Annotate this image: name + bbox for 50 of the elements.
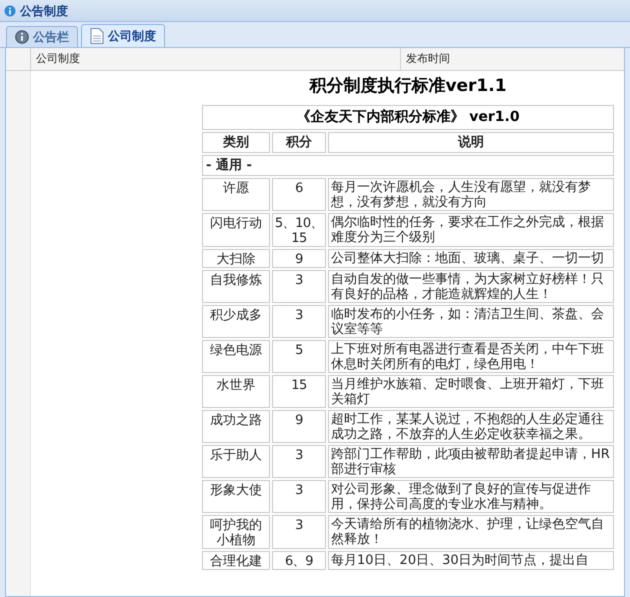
table-cell: 3 — [272, 270, 326, 302]
table-cell: 闪电行动 — [202, 212, 270, 246]
table-cell: 呵护我的小植物 — [202, 514, 270, 548]
table-cell: 每月一次许愿机会，人生没有愿望，就没有梦想，没有梦想，就没有方向 — [328, 178, 614, 210]
table-cell: 许愿 — [202, 178, 270, 210]
table-caption: 《企友天下内部积分标准》 ver1.0 — [202, 104, 614, 130]
table-cell: 公司整体大扫除：地面、玻璃、桌子、一切一切 — [328, 248, 614, 268]
table-header: 类别 — [202, 132, 270, 152]
table-cell: 每月10日、20日、30日为时间节点，提出自 — [328, 550, 614, 570]
tab[interactable]: 公告栏 — [6, 26, 78, 47]
info-icon — [4, 4, 16, 16]
table-header: 积分 — [272, 132, 326, 152]
table-cell: 水世界 — [202, 374, 270, 408]
table-cell: 乐于助人 — [202, 444, 270, 478]
document-icon — [90, 28, 104, 44]
table-cell: 3 — [272, 444, 326, 478]
table-cell: 15 — [272, 374, 326, 408]
table-cell: 6、9 — [272, 550, 326, 570]
table-cell: 绿色电源 — [202, 340, 270, 372]
table-cell: 9 — [272, 248, 326, 268]
table-cell: 形象大使 — [202, 480, 270, 512]
table-cell: 3 — [272, 514, 326, 548]
column-header[interactable]: 发布时间 — [401, 48, 601, 70]
table-cell: 3 — [272, 304, 326, 338]
section-heading: - 通用 - — [202, 154, 614, 176]
table-cell: 超时工作，某某人说过，不抱怨的人生必定通往成功之路，不放弃的人生必定收获幸福之果。 — [328, 410, 614, 442]
table-cell: 5、10、15 — [272, 212, 326, 246]
table-cell: 合理化建 — [202, 550, 270, 570]
table-cell: 对公司形象、理念做到了良好的宣传与促进作用，保持公司高度的专业水准与精神。 — [328, 480, 614, 512]
column-header[interactable]: 公司制度 — [31, 48, 401, 70]
table-cell: 临时发布的小任务，如：清洁卫生间、茶盘、会议室等等 — [328, 304, 614, 338]
info-icon — [15, 30, 29, 44]
table-cell: 跨部门工作帮助，此项由被帮助者提起申请，HR部进行审核 — [328, 444, 614, 478]
table-cell: 当月维护水族箱、定时喂食、上班开箱灯，下班关箱灯 — [328, 374, 614, 408]
table-cell: 大扫除 — [202, 248, 270, 268]
table-cell: 3 — [272, 480, 326, 512]
document-title: 积分制度执行标准ver1.1 — [309, 75, 507, 98]
window-title: 公告制度 — [20, 2, 68, 20]
table-cell: 今天请给所有的植物浇水、护理，让绿色空气自然释放！ — [328, 514, 614, 548]
table-cell: 偶尔临时性的任务，要求在工作之外完成，根据难度分为三个级别 — [328, 212, 614, 246]
table-cell: 6 — [272, 178, 326, 210]
table-cell: 成功之路 — [202, 410, 270, 442]
table-cell: 上下班对所有电器进行查看是否关闭，中午下班休息时关闭所有的电灯，绿色用电！ — [328, 340, 614, 372]
table-cell: 9 — [272, 410, 326, 442]
table-cell: 自动自发的做一些事情，为大家树立好榜样！只有良好的品格，才能造就辉煌的人生！ — [328, 270, 614, 302]
tab[interactable]: 公司制度 — [81, 24, 165, 47]
table-header: 说明 — [328, 132, 614, 152]
table-cell: 5 — [272, 340, 326, 372]
table-cell: 积少成多 — [202, 304, 270, 338]
table-cell: 自我修炼 — [202, 270, 270, 302]
